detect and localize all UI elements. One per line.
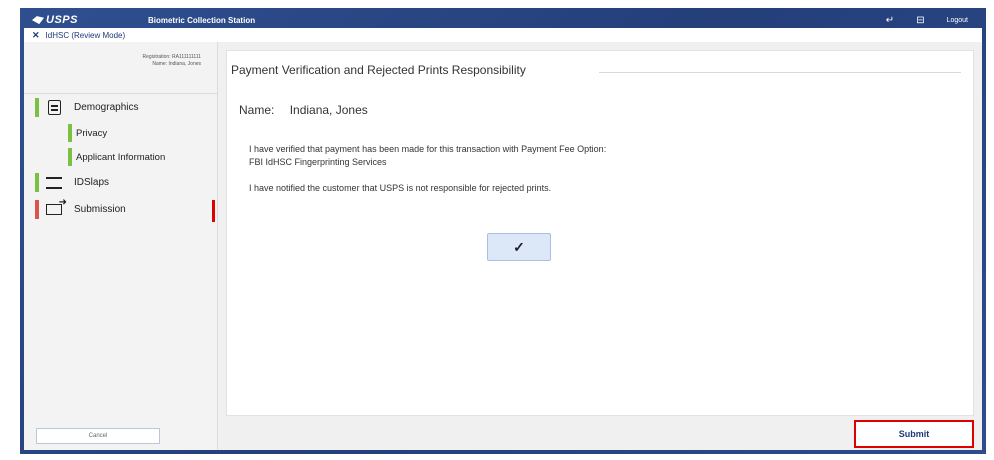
- rejected-prints-statement: I have notified the customer that USPS i…: [249, 183, 552, 193]
- name-label: Name:: [239, 103, 275, 117]
- status-marker: [68, 148, 72, 166]
- status-marker: [35, 98, 39, 117]
- mode-bar: ✕ IdHSC (Review Mode): [24, 28, 982, 42]
- sidebar-item-demographics[interactable]: Demographics: [24, 94, 217, 121]
- mode-icon: ✕: [32, 29, 40, 40]
- panel-title: Payment Verification and Rejected Prints…: [231, 63, 530, 77]
- station-title: Biometric Collection Station: [147, 15, 256, 25]
- sidebar-item-label: Applicant Information: [76, 151, 166, 163]
- sidebar-item-label: Privacy: [76, 127, 108, 139]
- sidebar-item-label: Demographics: [74, 102, 139, 113]
- title-bar-actions: ↵ ⊟ Logout: [886, 15, 968, 26]
- verification-panel: Payment Verification and Rejected Prints…: [226, 50, 974, 416]
- registration-info: Registration: RA111111111 Name: Indiana,…: [24, 42, 217, 94]
- sidebar-item-applicant-information[interactable]: Applicant Information: [24, 145, 217, 169]
- logout-link[interactable]: Logout: [947, 17, 968, 24]
- sidebar-item-submission[interactable]: Submission: [24, 196, 217, 223]
- application-window: USPS Biometric Collection Station ↵ ⊟ Lo…: [20, 8, 986, 454]
- content-area: Registration: RA111111111 Name: Indiana,…: [24, 42, 982, 450]
- sidebar-item-idslaps[interactable]: IDSlaps: [24, 169, 217, 196]
- sidebar: Registration: RA111111111 Name: Indiana,…: [24, 42, 218, 450]
- registration-name: Name: Indiana, Jones: [152, 61, 201, 67]
- title-bar: USPS Biometric Collection Station ↵ ⊟ Lo…: [24, 12, 982, 28]
- status-marker: [35, 200, 39, 219]
- sidebar-item-privacy[interactable]: Privacy: [24, 121, 217, 145]
- sidebar-item-label: IDSlaps: [74, 177, 110, 188]
- title-divider: [599, 72, 961, 73]
- fingerprint-scanner-icon: [46, 175, 62, 191]
- main-panel: Payment Verification and Rejected Prints…: [218, 42, 982, 450]
- sidebar-item-label: Submission: [74, 204, 126, 215]
- submit-button[interactable]: Submit: [854, 420, 974, 448]
- brand-text: USPS: [46, 14, 78, 26]
- eagle-icon: [32, 16, 44, 25]
- status-marker: [35, 173, 39, 192]
- status-marker: [68, 124, 72, 142]
- confirm-check-button[interactable]: ✓: [487, 233, 551, 261]
- active-indicator: [212, 200, 215, 222]
- payment-statement: I have verified that payment has been ma…: [249, 143, 849, 169]
- name-row: Name: Indiana, Jones: [239, 103, 368, 117]
- submit-label: Submit: [898, 429, 930, 439]
- registration-number: Registration: RA111111111: [142, 54, 201, 60]
- document-icon: [46, 100, 62, 116]
- usps-logo: USPS: [32, 14, 78, 26]
- keyboard-icon[interactable]: ⊟: [916, 15, 924, 26]
- mode-label: IdHSC (Review Mode): [45, 30, 126, 40]
- name-value: Indiana, Jones: [289, 103, 368, 117]
- cancel-button[interactable]: Cancel: [36, 428, 160, 444]
- send-icon: [46, 197, 67, 218]
- payment-statement-line: I have verified that payment has been ma…: [249, 144, 607, 154]
- payment-statement-line: FBI IdHSC Fingerprinting Services: [249, 157, 387, 167]
- help-icon[interactable]: ↵: [886, 15, 894, 26]
